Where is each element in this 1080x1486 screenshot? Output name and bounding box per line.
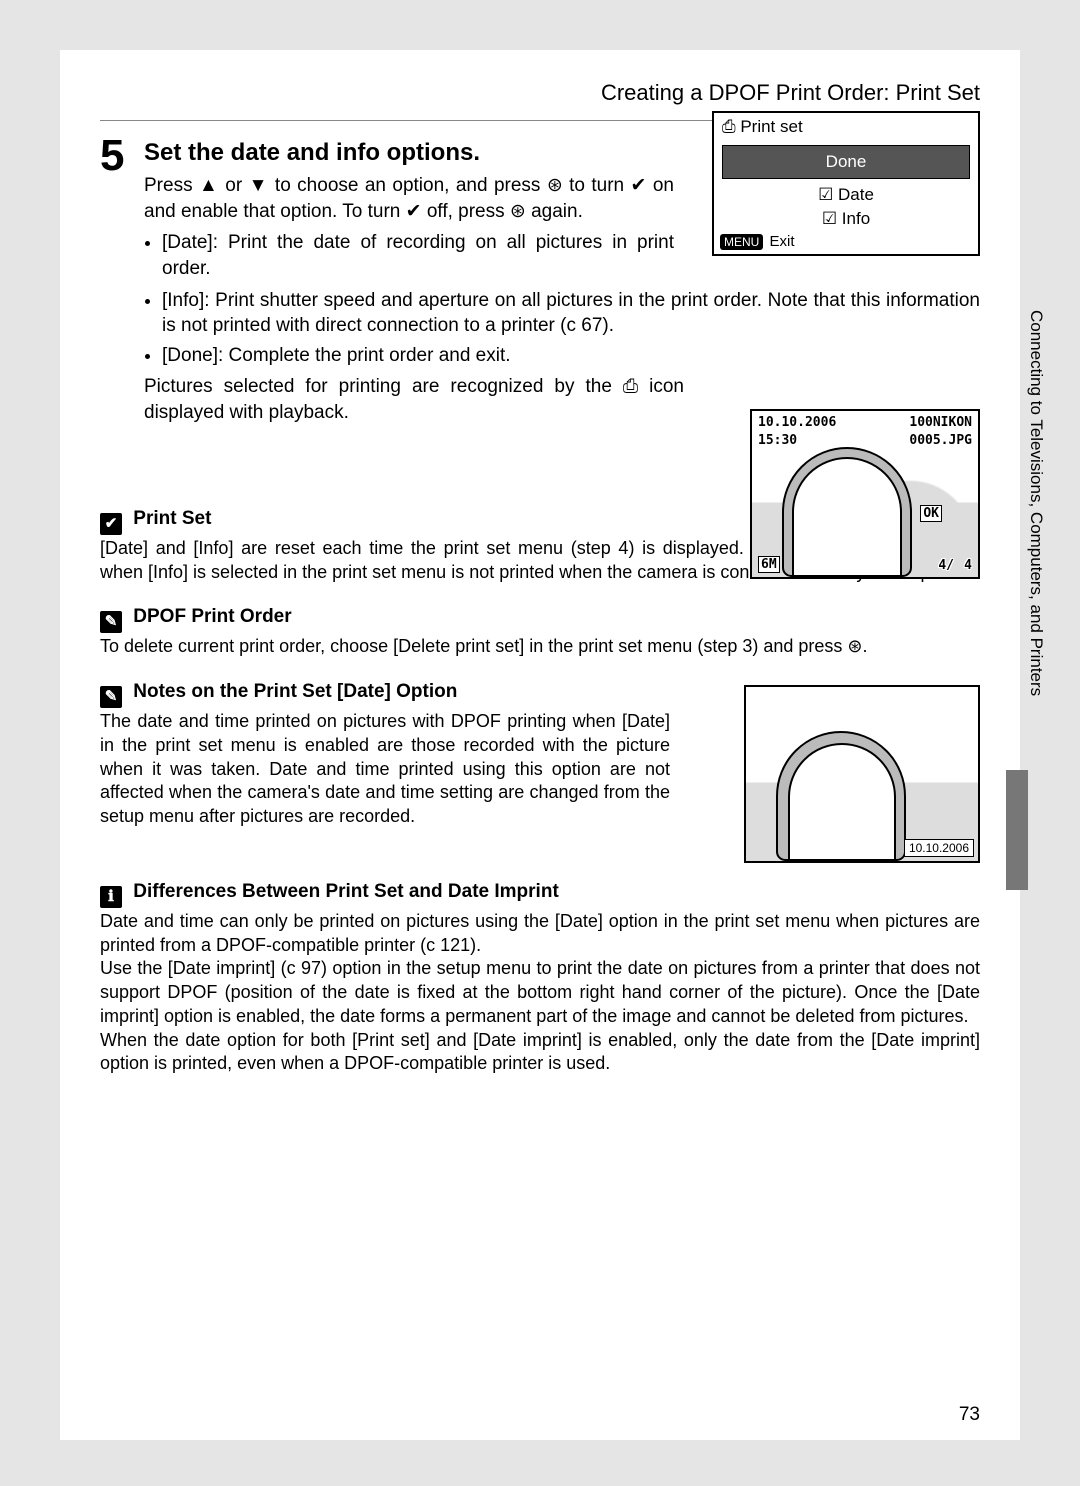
note4-title: Differences Between Print Set and Date I… [133, 881, 559, 902]
recognized-text: Pictures selected for printing are recog… [144, 374, 684, 425]
note4-body1: Date and time can only be printed on pic… [100, 910, 980, 958]
step-number: 5 [100, 131, 124, 181]
lcd-date-option: ☑ Date [714, 183, 978, 207]
pencil-badge-icon: ✎ [100, 686, 122, 708]
lcd-exit-row: MENU Exit [714, 231, 978, 254]
bullet-date: [Date]: Print the date of recording on a… [162, 230, 674, 281]
camera-lcd-print-set: ⎙ Print set Done ☑ Date ☑ Info MENU Exit [712, 111, 980, 256]
playback-count-a: 4/ [938, 558, 954, 573]
playback-screenshot: 10.10.2006 15:30 100NIKON 0005.JPG OK 6M… [750, 409, 980, 579]
note3-body: The date and time printed on pictures wi… [100, 710, 670, 829]
lcd-exit-label: Exit [770, 233, 795, 250]
playback-file: 0005.JPG [909, 433, 972, 448]
date-stamp-screenshot: 10.10.2006 [744, 685, 980, 863]
date-stamp: 10.10.2006 [904, 839, 974, 857]
pencil-badge-icon: ✎ [100, 611, 122, 633]
chapter-tab [1006, 770, 1028, 890]
lcd-done-option: Done [722, 145, 970, 179]
playback-size: 6M [758, 556, 780, 573]
menu-badge: MENU [720, 234, 763, 250]
playback-time: 15:30 [758, 433, 797, 448]
step-instruction: Press ▲ or ▼ to choose an option, and pr… [144, 173, 674, 224]
playback-count-b: 4 [964, 558, 972, 573]
lcd-info-option: ☑ Info [714, 207, 978, 231]
note3-title: Notes on the Print Set [Date] Option [133, 681, 457, 702]
playback-ok: OK [920, 505, 942, 522]
note2-body: To delete current print order, choose [D… [100, 635, 980, 659]
note4-body3: When the date option for both [Print set… [100, 1029, 980, 1077]
note1-title: Print Set [133, 508, 211, 529]
note2-title: DPOF Print Order [133, 606, 291, 627]
check-badge-icon: ✔ [100, 513, 122, 535]
bullet-info: [Info]: Print shutter speed and aperture… [162, 288, 980, 339]
lcd-title: ⎙ Print set [714, 113, 978, 141]
bullet-done: [Done]: Complete the print order and exi… [162, 343, 980, 369]
info-badge-icon: ℹ [100, 886, 122, 908]
note4-body2: Use the [Date imprint] (c 97) option in … [100, 957, 980, 1028]
page-number: 73 [959, 1404, 980, 1426]
chapter-sidebar: Connecting to Televisions, Computers, an… [1026, 310, 1046, 696]
